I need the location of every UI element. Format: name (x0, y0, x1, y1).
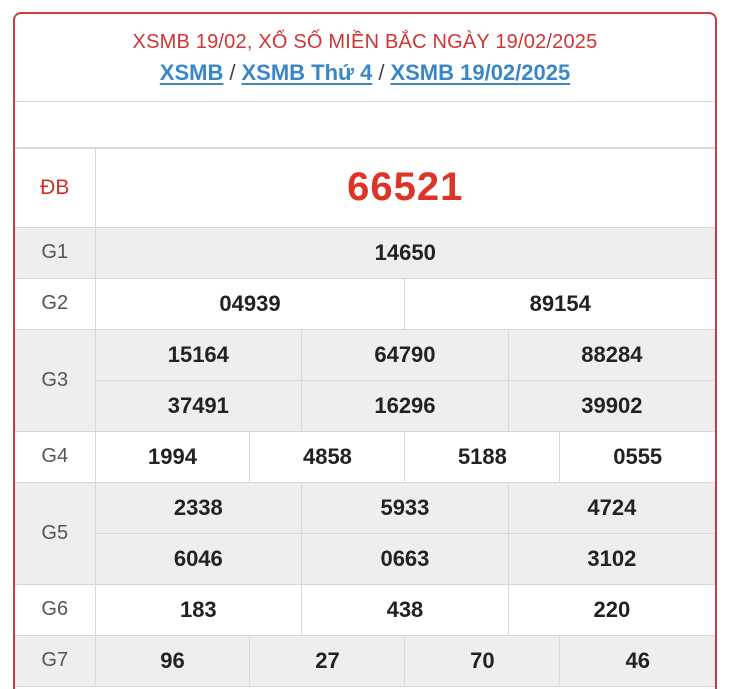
prize-row-g3: G3 15164 64790 88284 (15, 328, 715, 432)
prize-row-g7: G7 96 27 70 46 (15, 634, 715, 687)
results-header: XSMB 19/02, XỔ SỐ MIỀN BẮC NGÀY 19/02/20… (15, 14, 715, 102)
breadcrumb: XSMB / XSMB Thứ 4/XSMB 19/02/2025 (15, 60, 715, 86)
prize-number: 2338 (94, 481, 303, 534)
prize-number: 3102 (507, 532, 715, 585)
prize-number: 70 (404, 634, 561, 687)
prize-row-g1: G1 14650 (15, 226, 715, 279)
prize-number: 37491 (95, 379, 303, 432)
breadcrumb-link-xsmb-thu-4[interactable]: XSMB Thứ 4 (241, 60, 372, 85)
prize-number: 64790 (301, 328, 509, 381)
prize-label-g2: G2 (15, 277, 96, 330)
prize-label-g5: G5 (15, 481, 96, 585)
prize-number: 46 (559, 634, 715, 687)
breadcrumb-link-xsmb[interactable]: XSMB (160, 60, 224, 85)
prize-row-g5-b: 6046 0663 3102 (15, 532, 715, 585)
prize-label-g7: G7 (15, 634, 96, 687)
prize-number: 5188 (404, 430, 561, 483)
spacer-row (15, 102, 715, 149)
prize-row-db: ĐB 66521 (15, 149, 715, 228)
prize-number: 27 (249, 634, 406, 687)
page-title: XSMB 19/02, XỔ SỐ MIỀN BẮC NGÀY 19/02/20… (132, 31, 598, 53)
prize-number: 1994 (94, 430, 251, 483)
prize-number: 88284 (507, 328, 715, 381)
prize-number: 438 (301, 583, 509, 636)
prize-row-g4: G4 1994 4858 5188 0555 (15, 430, 715, 483)
prize-number: 16296 (301, 379, 509, 432)
prize-label-g1: G1 (15, 226, 96, 279)
prize-label-g6: G6 (15, 583, 96, 636)
prize-row-g2: G2 04939 89154 (15, 277, 715, 330)
prize-number: 14650 (94, 226, 715, 279)
prize-row-g3-b: 37491 16296 39902 (15, 379, 715, 432)
special-prize-number: 66521 (94, 149, 715, 228)
breadcrumb-link-xsmb-date[interactable]: XSMB 19/02/2025 (390, 60, 570, 85)
prize-number: 0555 (559, 430, 715, 483)
results-card: XSMB 19/02, XỔ SỐ MIỀN BẮC NGÀY 19/02/20… (13, 12, 717, 689)
prize-number: 39902 (507, 379, 715, 432)
prize-number: 5933 (301, 481, 509, 534)
prize-number: 15164 (94, 328, 303, 381)
prize-number: 0663 (301, 532, 509, 585)
prize-row-g6: G6 183 438 220 (15, 583, 715, 636)
breadcrumb-separator: / (229, 60, 236, 85)
prize-row-g5: G5 2338 5933 4724 (15, 481, 715, 585)
prize-number: 6046 (95, 532, 303, 585)
results-table: ĐB 66521 G1 14650 G2 04939 89154 G3 1516… (15, 149, 715, 687)
prize-number: 183 (94, 583, 303, 636)
prize-label-db: ĐB (15, 149, 96, 228)
prize-number: 89154 (404, 277, 715, 330)
prize-label-g3: G3 (15, 328, 96, 432)
prize-label-g4: G4 (15, 430, 96, 483)
prize-number: 220 (507, 583, 715, 636)
prize-number: 04939 (94, 277, 406, 330)
prize-number: 4724 (507, 481, 715, 534)
breadcrumb-separator: / (378, 60, 385, 85)
prize-number: 96 (94, 634, 251, 687)
prize-number: 4858 (249, 430, 406, 483)
